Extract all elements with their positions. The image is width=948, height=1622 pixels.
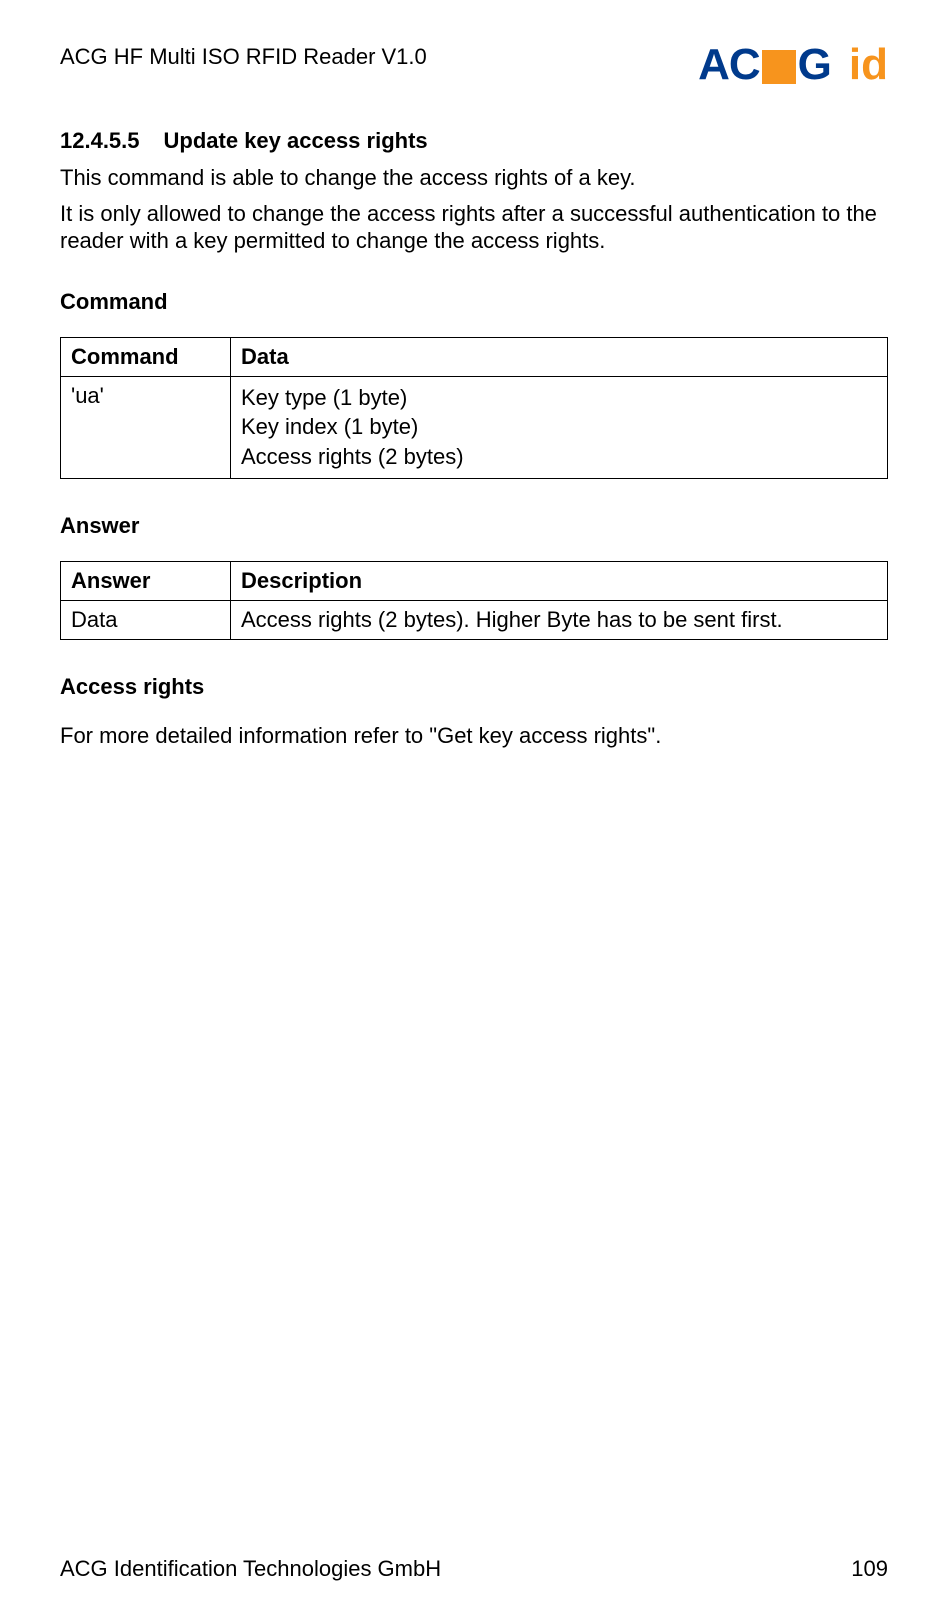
data-line-1: Key type (1 byte) [241, 383, 877, 413]
section-paragraph-2: It is only allowed to change the access … [60, 200, 888, 255]
answer-th-answer: Answer [61, 561, 231, 600]
answer-heading: Answer [60, 513, 888, 539]
section-heading: 12.4.5.5 Update key access rights [60, 128, 888, 154]
logo-part-ac: AC [698, 40, 760, 90]
command-cell-cmd: 'ua' [61, 376, 231, 478]
command-cell-data: Key type (1 byte) Key index (1 byte) Acc… [231, 376, 888, 478]
logo-orange-square-icon [762, 50, 796, 84]
command-th-data: Data [231, 337, 888, 376]
section-number: 12.4.5.5 [60, 128, 140, 153]
table-row: 'ua' Key type (1 byte) Key index (1 byte… [61, 376, 888, 478]
table-row: Data Access rights (2 bytes). Higher Byt… [61, 600, 888, 639]
document-title: ACG HF Multi ISO RFID Reader V1.0 [60, 40, 427, 70]
logo-id-text: id [849, 40, 888, 90]
company-logo: AC G id [698, 40, 888, 90]
command-th-command: Command [61, 337, 231, 376]
logo-part-g: G [798, 40, 831, 90]
table-header-row: Answer Description [61, 561, 888, 600]
page-footer: ACG Identification Technologies GmbH 109 [60, 1556, 888, 1582]
command-heading: Command [60, 289, 888, 315]
page-header: ACG HF Multi ISO RFID Reader V1.0 AC G id [60, 40, 888, 90]
footer-company: ACG Identification Technologies GmbH [60, 1556, 441, 1582]
section-paragraph-1: This command is able to change the acces… [60, 164, 888, 192]
answer-table: Answer Description Data Access rights (2… [60, 561, 888, 640]
access-rights-paragraph: For more detailed information refer to "… [60, 722, 888, 750]
table-header-row: Command Data [61, 337, 888, 376]
data-line-2: Key index (1 byte) [241, 412, 877, 442]
section-title: Update key access rights [164, 128, 428, 153]
answer-th-description: Description [231, 561, 888, 600]
data-line-3: Access rights (2 bytes) [241, 442, 877, 472]
footer-page-number: 109 [851, 1556, 888, 1582]
answer-cell-desc: Access rights (2 bytes). Higher Byte has… [231, 600, 888, 639]
access-rights-heading: Access rights [60, 674, 888, 700]
answer-cell-ans: Data [61, 600, 231, 639]
logo-acg-text: AC G [698, 40, 831, 90]
command-table: Command Data 'ua' Key type (1 byte) Key … [60, 337, 888, 479]
